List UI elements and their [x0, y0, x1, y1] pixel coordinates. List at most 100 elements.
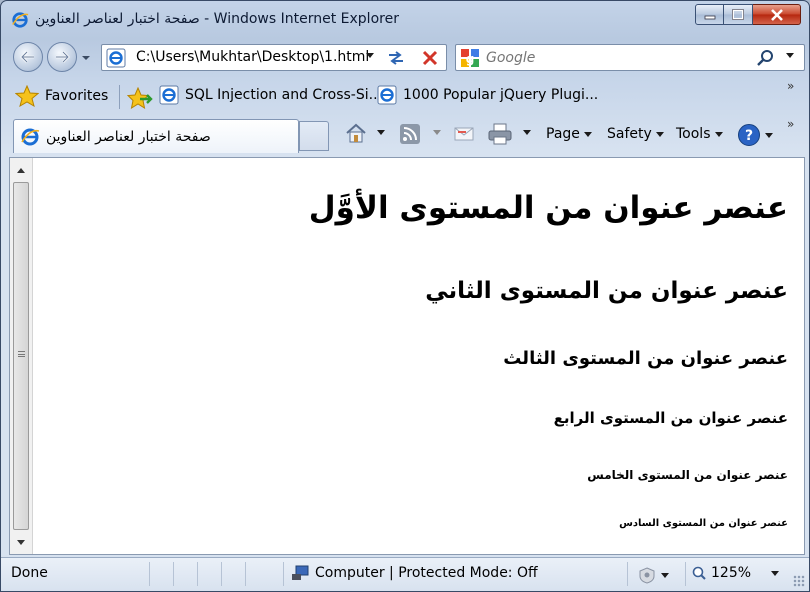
feeds-dropdown[interactable] [433, 130, 441, 135]
search-box[interactable]: g [455, 44, 805, 71]
status-separator [685, 562, 686, 586]
heading-level-2: عنصر عنوان من المستوى الثاني [425, 278, 788, 304]
tools-menu[interactable]: Tools [676, 126, 723, 142]
close-button[interactable] [753, 4, 801, 25]
home-dropdown[interactable] [377, 130, 385, 135]
navigation-bar: C:\Users\Mukhtar\Desktop\1.html g [1, 39, 809, 75]
maximize-button[interactable] [724, 4, 753, 25]
computer-zone-icon [292, 565, 309, 580]
help-icon: ? [738, 124, 760, 146]
ie-logo-icon [21, 128, 40, 146]
ie-page-icon [159, 85, 179, 105]
chevron-down-icon [765, 132, 773, 138]
security-zone[interactable]: Computer | Protected Mode: Off [291, 565, 538, 581]
back-button[interactable] [13, 42, 43, 72]
google-search-provider-icon: g [461, 49, 479, 67]
zoom-dropdown-icon[interactable] [771, 570, 780, 576]
window-controls [695, 4, 801, 25]
forward-arrow-icon [56, 51, 70, 63]
status-separator [245, 562, 246, 586]
status-separator [149, 562, 150, 586]
tools-menu-label: Tools [676, 126, 711, 142]
search-icon[interactable] [756, 49, 776, 67]
ie-page-icon [106, 48, 126, 68]
page-menu-label: Page [546, 126, 580, 142]
chevron-down-icon [523, 130, 531, 135]
address-url[interactable]: C:\Users\Mukhtar\Desktop\1.html [136, 49, 369, 65]
ie-page-icon [377, 85, 397, 105]
favorite-link-sql-injection[interactable]: SQL Injection and Cross-Si... [159, 85, 382, 105]
print-button[interactable] [487, 123, 513, 145]
favorite-link-label: 1000 Popular jQuery Plugi... [403, 87, 599, 103]
add-to-favorites-bar-icon[interactable] [127, 87, 153, 109]
vertical-scrollbar[interactable] [10, 158, 33, 554]
safety-menu[interactable]: Safety [607, 126, 664, 142]
status-separator [283, 562, 284, 586]
mail-icon [454, 127, 474, 141]
search-input[interactable] [486, 48, 746, 68]
read-mail-button[interactable] [453, 123, 475, 143]
privacy-button[interactable] [637, 566, 669, 584]
tab-title: صفحة اختبار لعناصر العناوين [46, 129, 211, 145]
heading-level-3: عنصر عنوان من المستوى الثالث [503, 348, 788, 369]
favorites-overflow-chevron[interactable]: » [787, 79, 794, 93]
favorites-star-icon [15, 85, 39, 107]
home-button[interactable] [345, 123, 367, 143]
chevron-down-icon [433, 130, 441, 135]
chevron-down-icon [583, 131, 592, 137]
minimize-button[interactable] [695, 4, 724, 25]
scroll-grip-icon [18, 351, 25, 357]
window-title: صفحة اختبار لعناصر العناوين - Windows In… [35, 11, 399, 27]
search-options-dropdown-icon[interactable] [786, 53, 794, 58]
svg-text:?: ? [745, 128, 753, 144]
home-icon [346, 123, 366, 143]
minimize-icon [704, 15, 715, 19]
status-separator [173, 562, 174, 586]
status-separator [627, 562, 628, 586]
stop-icon[interactable] [420, 48, 440, 68]
scroll-down-button[interactable] [11, 532, 31, 552]
tab-and-command-bar: صفحة اختبار لعناصر العناوين Page Safety … [1, 117, 809, 155]
zoom-control[interactable]: 125% [691, 565, 780, 581]
favorites-bar: Favorites SQL Injection and Cross-Si... … [1, 79, 809, 115]
heading-level-6: عنصر عنوان من المستوى السادس [619, 518, 788, 529]
command-bar-overflow-chevron[interactable]: » [787, 117, 794, 131]
title-bar[interactable]: صفحة اختبار لعناصر العناوين - Windows In… [1, 1, 809, 39]
page-viewport: عنصر عنوان من المستوى الأوَّل عنصر عنوان… [9, 157, 805, 555]
address-bar[interactable]: C:\Users\Mukhtar\Desktop\1.html [101, 44, 447, 71]
heading-level-5: عنصر عنوان من المستوى الخامس [587, 468, 788, 482]
forward-button[interactable] [47, 42, 77, 72]
favorites-button[interactable]: Favorites [15, 85, 108, 107]
print-dropdown[interactable] [523, 130, 531, 135]
address-dropdown-icon[interactable] [366, 53, 374, 58]
status-separator [197, 562, 198, 586]
safety-menu-label: Safety [607, 126, 652, 142]
favorite-link-jquery-plugins[interactable]: 1000 Popular jQuery Plugi... [377, 85, 598, 105]
tab-active[interactable]: صفحة اختبار لعناصر العناوين [13, 119, 299, 153]
chevron-down-icon [714, 131, 723, 137]
close-icon [770, 8, 783, 21]
security-zone-label: Computer | Protected Mode: Off [315, 565, 538, 581]
scroll-up-arrow-icon [17, 167, 25, 173]
scroll-thumb[interactable] [13, 182, 29, 530]
feeds-button[interactable] [399, 123, 421, 145]
rss-feed-icon [400, 124, 420, 144]
magnifier-icon [692, 566, 706, 580]
help-button[interactable]: ? [737, 123, 773, 147]
status-separator [221, 562, 222, 586]
privacy-eye-icon [639, 567, 655, 584]
favorites-separator [119, 85, 120, 109]
resize-grip-icon[interactable] [793, 575, 805, 587]
page-menu[interactable]: Page [546, 126, 592, 142]
chevron-down-icon [377, 130, 385, 135]
scroll-up-button[interactable] [11, 160, 31, 180]
refresh-icon[interactable] [386, 49, 406, 67]
chevron-down-icon [655, 131, 664, 137]
maximize-icon [732, 9, 744, 20]
status-bar: Done Computer | Protected Mode: Off 125% [1, 557, 809, 591]
zoom-level: 125% [711, 565, 752, 581]
svg-text:g: g [466, 52, 475, 66]
printer-icon [488, 123, 512, 145]
new-tab-button[interactable] [299, 121, 329, 151]
recent-pages-dropdown-icon[interactable] [81, 53, 91, 63]
